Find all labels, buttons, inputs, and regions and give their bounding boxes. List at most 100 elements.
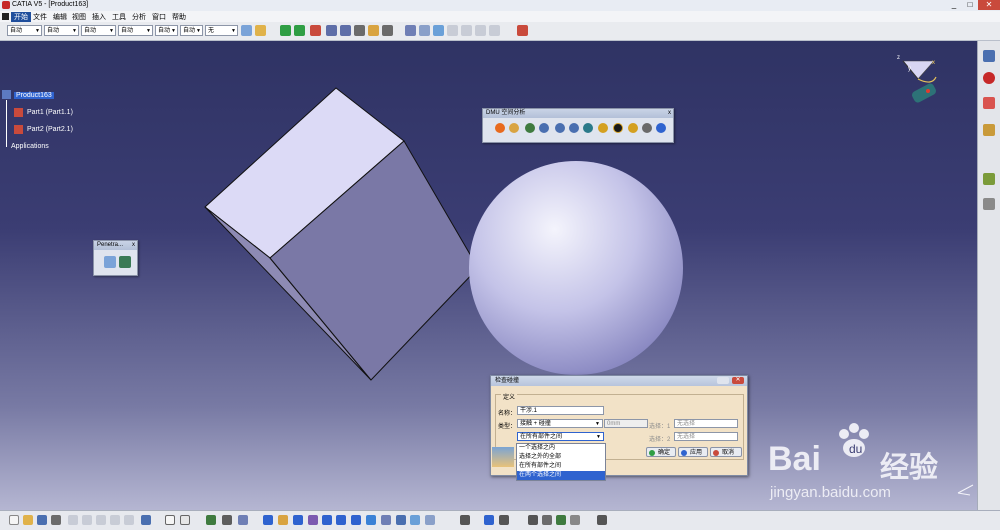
minimize-button[interactable]: _	[946, 0, 962, 10]
color-combo[interactable]: 自动 ▼	[7, 25, 42, 36]
measure-between-icon[interactable]	[555, 123, 565, 133]
curvature-icon[interactable]	[656, 123, 666, 133]
multi-view-icon[interactable]	[351, 515, 361, 525]
update-icon[interactable]	[382, 25, 393, 36]
ok-button[interactable]: 确定	[646, 447, 676, 457]
explode-icon[interactable]	[310, 25, 321, 36]
constraint-icon[interactable]	[354, 25, 365, 36]
type-combo[interactable]: 接触 + 碰撞 ▼	[517, 419, 603, 428]
close-button[interactable]: ✕	[978, 0, 1000, 10]
bom-icon[interactable]	[433, 25, 444, 36]
analysis-icon[interactable]	[597, 515, 607, 525]
compare-products-icon[interactable]	[539, 123, 549, 133]
select-icon[interactable]	[983, 173, 995, 185]
move-icon[interactable]	[280, 25, 291, 36]
measure-icon[interactable]	[419, 25, 430, 36]
fit-all-icon[interactable]	[263, 515, 273, 525]
menu-analyze[interactable]: 分析	[132, 12, 146, 22]
menu-start[interactable]: 开始	[11, 12, 31, 22]
rotate-icon[interactable]	[293, 515, 303, 525]
point-combo[interactable]: 自动 ▼	[155, 25, 178, 36]
report-icon[interactable]	[983, 97, 995, 109]
menu-tools[interactable]: 工具	[112, 12, 126, 22]
name-field[interactable]: 干涉.1	[517, 406, 604, 415]
save-icon[interactable]	[37, 515, 47, 525]
render-style-combo[interactable]: 无 ▼	[205, 25, 238, 36]
menu-view[interactable]: 视图	[72, 12, 86, 22]
fix-icon[interactable]	[368, 25, 379, 36]
measure-bottom-icon[interactable]	[484, 515, 494, 525]
dialog-close-icon[interactable]: ✕	[732, 377, 744, 384]
clearance-field[interactable]: 0mm	[604, 419, 648, 428]
fly-mode-icon[interactable]	[222, 515, 232, 525]
snap-bottom-icon[interactable]	[499, 515, 509, 525]
camera-icon[interactable]	[238, 515, 248, 525]
menu-help[interactable]: 帮助	[172, 12, 186, 22]
transparency-combo[interactable]: 自动 ▼	[44, 25, 79, 36]
arc-through-points-icon[interactable]	[598, 123, 608, 133]
pan-icon[interactable]	[278, 515, 288, 525]
tree-item-applications[interactable]: Applications	[11, 143, 49, 150]
normal-view-icon[interactable]	[336, 515, 346, 525]
view-mode-icon[interactable]	[542, 515, 552, 525]
penetration-icon[interactable]	[613, 123, 623, 133]
measure-inertia-icon[interactable]	[583, 123, 593, 133]
line-thickness-combo[interactable]: 自动 ▼	[81, 25, 116, 36]
comment-icon[interactable]	[180, 515, 190, 525]
linetype-combo[interactable]: 自动 ▼	[118, 25, 153, 36]
iso-view-icon[interactable]	[366, 515, 376, 525]
band-analysis-icon[interactable]	[628, 123, 638, 133]
knowledge-icon[interactable]	[206, 515, 216, 525]
maximize-button[interactable]: □	[962, 0, 978, 10]
apply-button[interactable]: 应用	[678, 447, 708, 457]
scope-option[interactable]: 在所有部件之间	[517, 462, 605, 471]
menu-file[interactable]: 文件	[33, 12, 47, 22]
scope-combo[interactable]: 在所有部件之间 ▼	[517, 432, 604, 441]
penetration-surface-icon[interactable]	[119, 256, 131, 268]
clash-icon[interactable]	[326, 25, 337, 36]
capture-icon[interactable]	[460, 515, 470, 525]
hide-show-icon[interactable]	[396, 515, 406, 525]
sphere[interactable]	[469, 161, 683, 375]
assembly-icon[interactable]	[983, 50, 995, 62]
shading-icon[interactable]	[381, 515, 391, 525]
stop-icon[interactable]	[983, 72, 995, 84]
selection1-field[interactable]: 无选择	[674, 419, 738, 428]
tree-root-product[interactable]: Product163	[14, 92, 54, 99]
material-icon[interactable]	[556, 515, 566, 525]
menu-edit[interactable]: 编辑	[53, 12, 67, 22]
snap-icon[interactable]	[294, 25, 305, 36]
dmu-toolbar-close-button[interactable]: x	[668, 109, 671, 118]
lighting-icon[interactable]	[570, 515, 580, 525]
menu-window[interactable]: 窗口	[152, 12, 166, 22]
cube[interactable]	[204, 87, 479, 381]
clash-analysis-icon[interactable]	[495, 123, 505, 133]
penetration-toolbar-close-button[interactable]: x	[132, 241, 135, 250]
tree-expand-icon[interactable]	[983, 124, 995, 136]
cancel-button[interactable]: 取消	[710, 447, 742, 457]
paint-icon[interactable]	[241, 25, 252, 36]
zoom-in-icon[interactable]	[308, 515, 318, 525]
zoom-out-icon[interactable]	[322, 515, 332, 525]
dialog-help-icon[interactable]	[717, 377, 729, 384]
search-icon[interactable]	[528, 515, 538, 525]
scope-option-selected[interactable]: 在两个选择之间	[517, 471, 605, 480]
sectioning-icon[interactable]	[509, 123, 519, 133]
tree-item-part1[interactable]: Part1 (Part1.1)	[27, 109, 73, 116]
sample-icon[interactable]	[517, 25, 528, 36]
swap-space-icon[interactable]	[410, 515, 420, 525]
measure-item-icon[interactable]	[569, 123, 579, 133]
angle-analysis-icon[interactable]	[642, 123, 652, 133]
tree-item-part2[interactable]: Part2 (Part2.1)	[27, 126, 73, 133]
distance-icon[interactable]	[340, 25, 351, 36]
constraint-side-icon[interactable]	[983, 198, 995, 210]
whats-this-icon[interactable]	[141, 515, 151, 525]
selection2-field[interactable]: 无选择	[674, 432, 738, 441]
formula-icon[interactable]	[165, 515, 175, 525]
layer-combo[interactable]: 自动 ▼	[180, 25, 203, 36]
menu-insert[interactable]: 插入	[92, 12, 106, 22]
scope-option[interactable]: 一个选择之内	[517, 444, 605, 453]
brush-icon[interactable]	[255, 25, 266, 36]
penetration-volume-icon[interactable]	[104, 256, 116, 268]
open-icon[interactable]	[23, 515, 33, 525]
